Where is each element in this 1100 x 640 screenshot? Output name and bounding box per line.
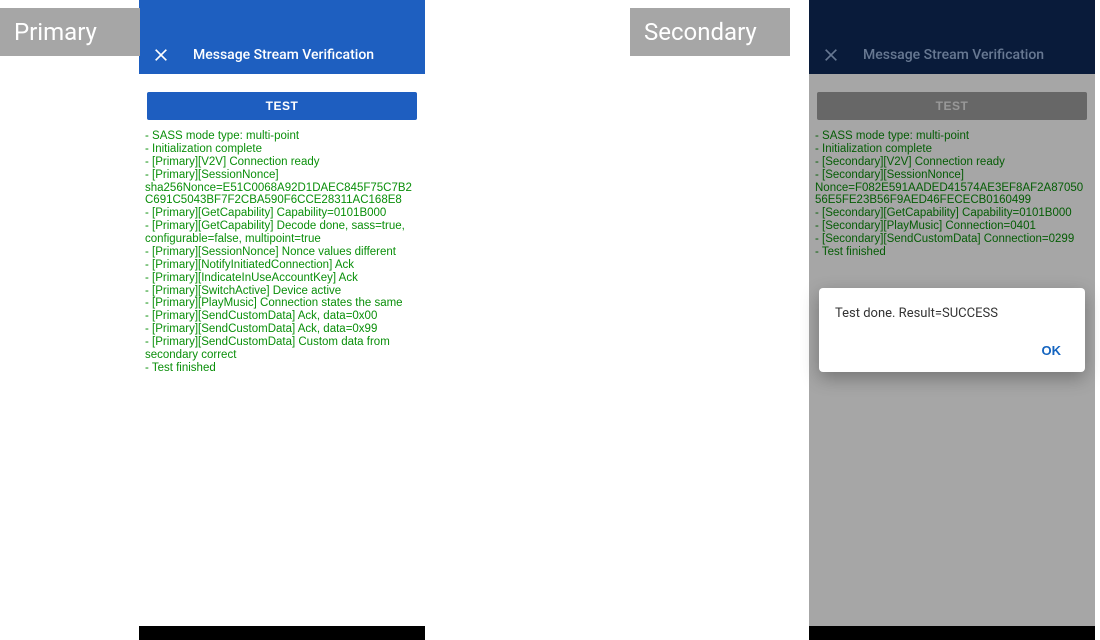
log-line: - [Primary][SendCustomData] Custom data … xyxy=(145,336,419,362)
log-line: - [Primary][GetCapability] Decode done, … xyxy=(145,220,419,246)
content-primary: TEST - SASS mode type: multi-point - Ini… xyxy=(139,74,425,640)
log-line: - Initialization complete xyxy=(145,143,419,156)
badge-secondary: Secondary xyxy=(630,8,790,56)
result-dialog: Test done. Result=SUCCESS OK xyxy=(819,288,1085,372)
log-line: - SASS mode type: multi-point xyxy=(145,130,419,143)
log-line: - [Primary][NotifyInitiatedConnection] A… xyxy=(145,259,419,272)
log-line: - [Primary][SessionNonce] Nonce values d… xyxy=(145,246,419,259)
log-line: - [Primary][SessionNonce] sha256Nonce=E5… xyxy=(145,169,419,208)
modal-scrim[interactable]: Test done. Result=SUCCESS OK xyxy=(809,0,1095,640)
dialog-ok-button[interactable]: OK xyxy=(1034,337,1070,364)
close-icon[interactable] xyxy=(153,47,169,63)
log-line: - [Primary][PlayMusic] Connection states… xyxy=(145,297,419,310)
log-line: - [Primary][GetCapability] Capability=01… xyxy=(145,207,419,220)
app-bar-title: Message Stream Verification xyxy=(193,47,374,63)
phone-primary: Message Stream Verification TEST - SASS … xyxy=(139,0,425,640)
log-primary: - SASS mode type: multi-point - Initiali… xyxy=(139,130,425,375)
dialog-text: Test done. Result=SUCCESS xyxy=(835,306,1069,321)
badge-primary-label: Primary xyxy=(14,18,97,46)
log-line: - [Primary][SwitchActive] Device active xyxy=(145,285,419,298)
log-line: - [Primary][SendCustomData] Ack, data=0x… xyxy=(145,323,419,336)
badge-secondary-label: Secondary xyxy=(644,18,757,46)
phone-secondary: Message Stream Verification TEST - SASS … xyxy=(809,0,1095,640)
log-line: - [Primary][IndicateInUseAccountKey] Ack xyxy=(145,272,419,285)
test-button[interactable]: TEST xyxy=(147,92,417,120)
bottom-nav-primary xyxy=(139,626,425,640)
log-line: - [Primary][SendCustomData] Ack, data=0x… xyxy=(145,310,419,323)
badge-primary: Primary xyxy=(0,8,140,56)
log-line: - [Primary][V2V] Connection ready xyxy=(145,156,419,169)
log-line: - Test finished xyxy=(145,362,419,375)
app-bar-primary: Message Stream Verification xyxy=(139,36,425,74)
status-bar-primary xyxy=(139,0,425,36)
